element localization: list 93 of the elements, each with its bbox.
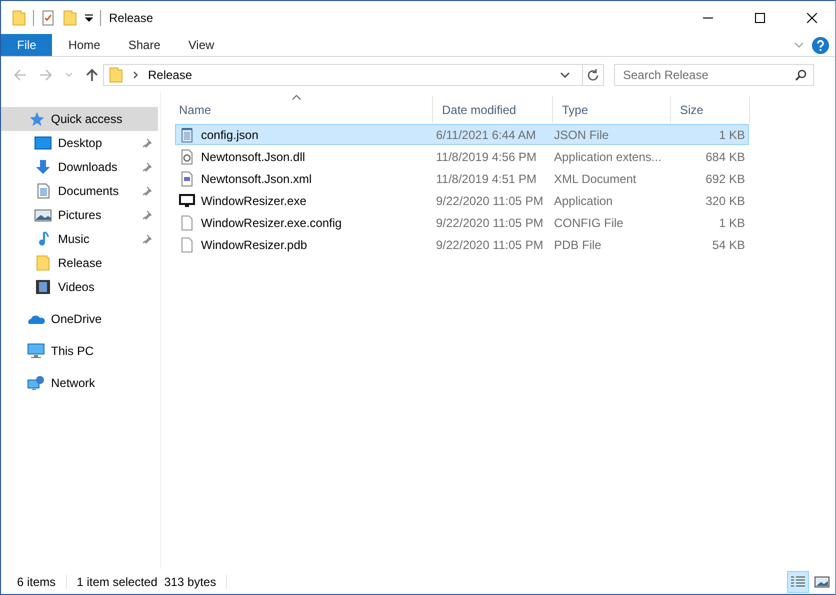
picture-icon — [34, 207, 52, 223]
ribbon-tab[interactable]: View — [174, 34, 228, 56]
nav-item[interactable]: Quick access — [1, 107, 158, 131]
breadcrumb[interactable]: Release — [148, 68, 192, 82]
forward-arrow-icon[interactable] — [39, 68, 53, 82]
nav-item[interactable]: Downloads — [1, 155, 158, 179]
folder-icon — [34, 255, 52, 271]
pin-icon[interactable] — [142, 186, 152, 196]
picture-icon — [814, 574, 830, 588]
type-cell-text: JSON File — [553, 128, 610, 142]
monitor-icon — [179, 192, 195, 208]
date-cell-text: 9/22/2020 11:05 PM — [435, 216, 544, 230]
chevron-icon — [132, 70, 140, 78]
size-cell-text: 1 KB — [718, 216, 746, 230]
address-bar[interactable]: Release — [103, 64, 604, 86]
column-header[interactable]: Name — [170, 96, 433, 123]
details-view-icon — [790, 574, 806, 588]
nav-item[interactable]: Network — [1, 371, 158, 395]
size-cell-text: 1 KB — [718, 128, 746, 142]
down-arrow-icon — [34, 159, 52, 175]
column-header[interactable]: Type — [553, 96, 671, 123]
help-icon[interactable] — [812, 36, 829, 54]
pin-icon[interactable] — [142, 210, 152, 220]
file-name: WindowResizer.pdb — [201, 238, 308, 252]
properties-icon[interactable] — [40, 10, 56, 26]
column-header[interactable]: Date modified — [433, 96, 553, 123]
film-icon — [34, 279, 52, 295]
expand-ribbon-icon[interactable] — [794, 41, 804, 49]
nav-item[interactable]: Pictures — [1, 203, 158, 227]
file-row[interactable]: Newtonsoft.Json.dll 11/8/2019 4:56 PM Application extens... 684 KB — [175, 146, 749, 167]
nav-item[interactable]: OneDrive — [1, 307, 158, 331]
folder-icon — [11, 10, 27, 26]
desktop-icon — [34, 135, 52, 151]
size-cell-text: 692 KB — [704, 172, 746, 186]
close-icon — [807, 12, 817, 22]
maximize-icon — [755, 12, 765, 22]
file-name: Newtonsoft.Json.dll — [201, 150, 306, 164]
file-name: Newtonsoft.Json.xml — [201, 172, 312, 186]
back-arrow-icon[interactable] — [13, 68, 27, 82]
column-header[interactable]: Size — [671, 96, 750, 123]
nav-item[interactable]: Videos — [1, 275, 158, 299]
recent-dropdown-icon[interactable] — [65, 72, 73, 78]
file-name: WindowResizer.exe.config — [201, 216, 342, 230]
type-cell-text: CONFIG File — [553, 216, 624, 230]
notepad-icon — [179, 126, 195, 142]
file-row[interactable]: WindowResizer.exe.config 9/22/2020 11:05 PM CONFIG File 1 KB — [175, 212, 749, 233]
file-row[interactable]: Newtonsoft.Json.xml 11/8/2019 4:51 PM XML Document 692 KB — [175, 168, 749, 189]
network-icon — [27, 375, 45, 391]
file-tab[interactable]: File — [1, 34, 52, 56]
details-view-button[interactable] — [787, 570, 809, 592]
status-text: 1 item selected 313 bytes — [76, 574, 216, 588]
blank-file-icon — [179, 236, 195, 252]
file-name: config.json — [201, 128, 258, 142]
file-row[interactable]: WindowResizer.exe 9/22/2020 11:05 PM Application 320 KB — [175, 190, 749, 211]
blank-file-icon — [179, 214, 195, 230]
history-dropdown-icon[interactable] — [560, 70, 570, 78]
ribbon-tab[interactable]: Home — [54, 34, 114, 56]
new-folder-icon[interactable] — [62, 10, 78, 26]
date-cell-text: 11/8/2019 4:56 PM — [435, 150, 538, 164]
folder-icon — [108, 66, 124, 82]
type-cell-text: Application extens... — [553, 150, 662, 164]
file-row[interactable]: WindowResizer.pdb 9/22/2020 11:05 PM PDB File 54 KB — [175, 234, 749, 255]
pin-icon[interactable] — [142, 162, 152, 172]
nav-item[interactable]: Release — [1, 251, 158, 275]
customize-dropdown-icon[interactable] — [84, 12, 94, 22]
nav-item[interactable]: Music — [1, 227, 158, 251]
date-cell-text: 9/22/2020 11:05 PM — [435, 194, 544, 208]
search-icon — [795, 68, 807, 80]
up-arrow-icon[interactable] — [85, 68, 99, 82]
nav-item[interactable]: Desktop — [1, 131, 158, 155]
refresh-icon — [587, 68, 599, 80]
pin-icon[interactable] — [142, 234, 152, 244]
date-cell-text: 6/11/2021 6:44 AM — [435, 128, 537, 142]
date-cell-text: 9/22/2020 11:05 PM — [435, 238, 544, 252]
search-field[interactable]: Search Release — [614, 64, 814, 86]
date-cell-text: 11/8/2019 4:51 PM — [435, 172, 538, 186]
type-cell-text: XML Document — [553, 172, 638, 186]
window-title: Release — [109, 10, 154, 24]
type-cell-text: Application — [553, 194, 614, 208]
pin-icon[interactable] — [142, 138, 152, 148]
computer-icon — [27, 343, 45, 359]
file-name: WindowResizer.exe — [201, 194, 306, 208]
type-cell-text: PDB File — [553, 238, 602, 252]
nav-item[interactable]: Documents — [1, 179, 158, 203]
size-cell-text: 684 KB — [704, 150, 746, 164]
status-text: 6 items — [17, 574, 56, 588]
size-cell-text: 320 KB — [704, 194, 746, 208]
size-cell-text: 54 KB — [711, 238, 746, 252]
file-row[interactable]: config.json 6/11/2021 6:44 AM JSON File 1 KB — [175, 124, 749, 145]
gear-document-icon — [179, 148, 195, 164]
xml-document-icon — [179, 170, 195, 186]
ribbon-tab[interactable]: Share — [114, 34, 174, 56]
nav-item[interactable]: This PC — [1, 339, 158, 363]
